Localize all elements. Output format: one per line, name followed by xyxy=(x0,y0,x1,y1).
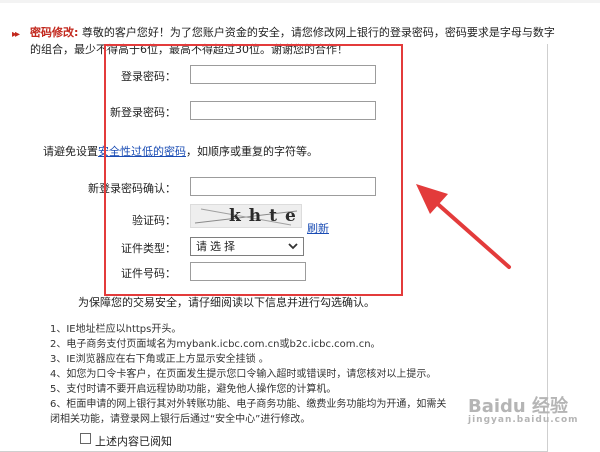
annotation-arrow-icon xyxy=(416,184,511,269)
watermark-sub: jingyan.baidu.com xyxy=(468,415,579,425)
watermark-text: Baidu 经验 xyxy=(468,396,569,417)
watermark: Baidu 经验 jingyan.baidu.com xyxy=(468,392,579,425)
